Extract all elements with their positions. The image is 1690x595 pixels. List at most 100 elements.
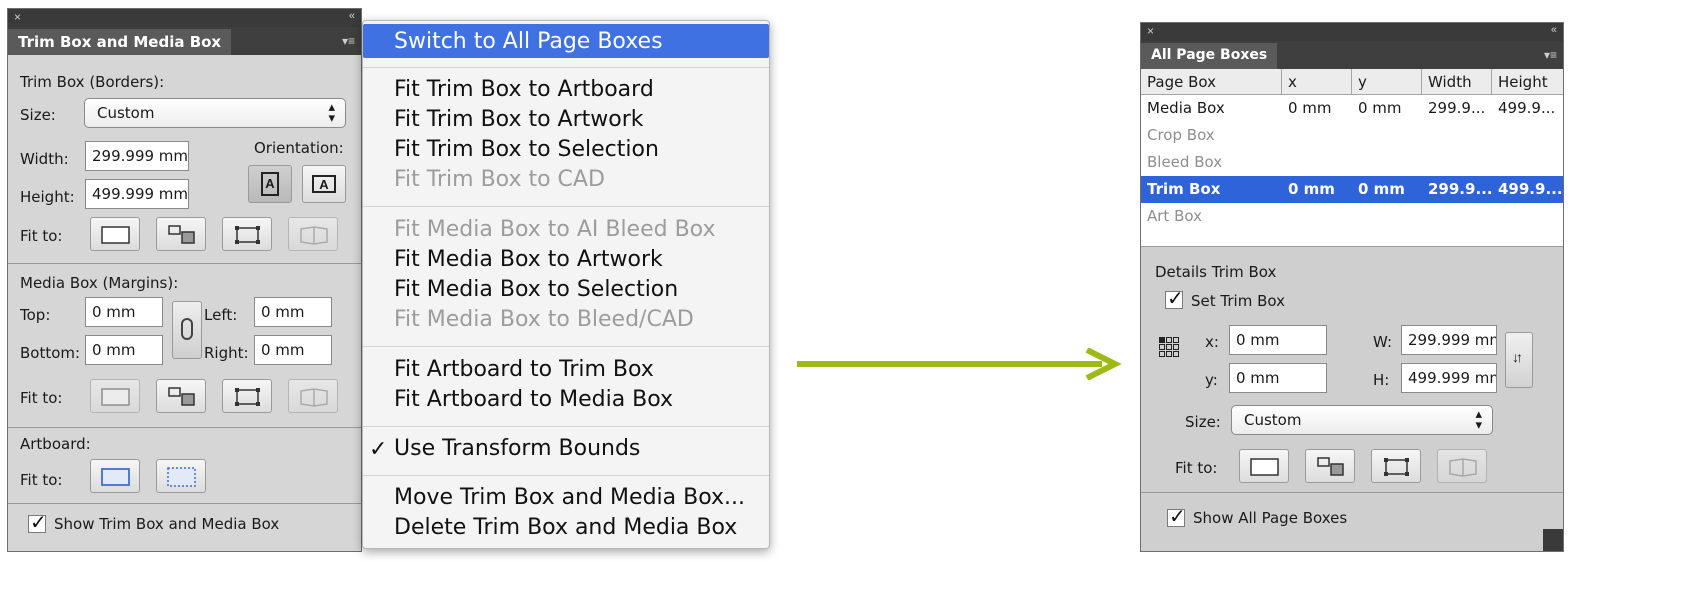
tab-trim-media-box[interactable]: Trim Box and Media Box: [8, 29, 232, 55]
width-label: Width:: [20, 150, 69, 168]
chain-link-icon: [181, 318, 193, 340]
media-fit-selection-button[interactable]: [222, 379, 272, 413]
show-trim-media-checkbox[interactable]: ✓: [28, 510, 47, 534]
panel-titlebar: × «: [8, 9, 361, 27]
size-label: Size:: [1185, 413, 1221, 431]
size-select[interactable]: Custom ▴ ▾: [84, 98, 346, 128]
size-select[interactable]: Custom ▴ ▾: [1231, 405, 1493, 435]
y-label: y:: [1205, 371, 1218, 389]
cell-width: 299.9...: [1428, 180, 1492, 198]
height-field[interactable]: 499.999 mm: [85, 179, 189, 209]
collapse-icon[interactable]: «: [349, 10, 355, 22]
table-row-media-box[interactable]: Media Box 0 mm 0 mm 299.9... 499.9...: [1141, 95, 1563, 122]
cell-y: 0 mm: [1358, 99, 1402, 117]
column-header-page-box[interactable]: Page Box: [1141, 69, 1282, 95]
cell-height: 499.9...: [1498, 99, 1556, 117]
menu-fit-trim-selection[interactable]: Fit Trim Box to Selection: [394, 137, 659, 162]
menu-fit-trim-artwork[interactable]: Fit Trim Box to Artwork: [394, 107, 644, 132]
menu-fit-trim-artboard[interactable]: Fit Trim Box to Artboard: [394, 77, 654, 102]
fit-cad-button[interactable]: [1437, 449, 1487, 483]
artboard-fit-media-button[interactable]: [156, 459, 206, 493]
fit-artwork-button[interactable]: [1305, 449, 1355, 483]
menu-switch-all-page-boxes[interactable]: Switch to All Page Boxes: [363, 24, 769, 58]
width-field[interactable]: 299.999 mm: [85, 141, 189, 171]
set-trim-box-checkbox[interactable]: ✓: [1165, 286, 1184, 310]
size-select-value: Custom: [97, 104, 155, 122]
media-fit-artboard-button[interactable]: [90, 379, 140, 413]
column-header-height[interactable]: Height: [1492, 69, 1563, 95]
menu-fit-trim-cad[interactable]: Fit Trim Box to CAD: [394, 167, 605, 192]
menu-fit-media-ai-bleed[interactable]: Fit Media Box to AI Bleed Box: [394, 217, 715, 242]
menu-fit-media-artwork[interactable]: Fit Media Box to Artwork: [394, 247, 663, 272]
panel-menu-icon[interactable]: ▾≡: [1544, 48, 1557, 62]
show-all-page-boxes-label: Show All Page Boxes: [1193, 509, 1348, 527]
details-section: Details Trim Box ✓ Set Trim Box x: 0 mm …: [1141, 247, 1563, 493]
fit-selection-button[interactable]: [222, 217, 272, 251]
left-field[interactable]: 0 mm: [254, 297, 332, 327]
media-box-icon: [167, 467, 196, 487]
swap-dimensions-button[interactable]: ↓↑: [1505, 332, 1533, 388]
close-icon[interactable]: ×: [1147, 24, 1154, 38]
checkmark-icon: ✓: [1167, 286, 1184, 310]
fit-selection-button[interactable]: [1371, 449, 1421, 483]
orientation-label: Orientation:: [254, 139, 344, 157]
menu-fit-media-selection[interactable]: Fit Media Box to Selection: [394, 277, 678, 302]
menu-fit-artboard-media[interactable]: Fit Artboard to Media Box: [394, 387, 673, 412]
panel-menu-icon[interactable]: ▾≡: [342, 34, 355, 48]
swap-arrows-icon: ↓↑: [1512, 349, 1523, 365]
fit-artwork-button[interactable]: [156, 217, 206, 251]
table-row-crop-box[interactable]: Crop Box: [1141, 122, 1563, 149]
updown-arrows-icon: ▴ ▾: [328, 100, 335, 126]
fit-artboard-button[interactable]: [1239, 449, 1289, 483]
x-label: x:: [1205, 333, 1219, 351]
media-fit-cad-button[interactable]: [288, 379, 338, 413]
show-all-page-boxes-checkbox[interactable]: ✓: [1167, 504, 1186, 528]
y-field[interactable]: 0 mm: [1229, 363, 1327, 393]
close-icon[interactable]: ×: [14, 10, 21, 24]
column-header-width[interactable]: Width: [1422, 69, 1492, 95]
top-field[interactable]: 0 mm: [85, 297, 163, 327]
artboard-fit-trim-button[interactable]: [90, 459, 140, 493]
menu-separator: [363, 426, 769, 427]
menu-use-transform-bounds[interactable]: Use Transform Bounds: [394, 436, 640, 461]
artwork-icon: [168, 387, 195, 406]
artwork-icon: [168, 225, 195, 244]
top-label: Top:: [20, 306, 51, 324]
column-header-x[interactable]: x: [1282, 69, 1352, 95]
height-label: Height:: [20, 188, 75, 206]
cell-name: Crop Box: [1147, 126, 1215, 144]
tab-all-page-boxes[interactable]: All Page Boxes: [1141, 43, 1278, 69]
h-field[interactable]: 499.999 mm: [1401, 363, 1497, 393]
size-select-value: Custom: [1244, 411, 1302, 429]
x-field[interactable]: 0 mm: [1229, 325, 1327, 355]
fit-to-label: Fit to:: [20, 227, 63, 245]
cad-icon: [300, 226, 328, 245]
artwork-icon: [1317, 457, 1344, 476]
cad-icon: [1449, 458, 1477, 477]
media-fit-artwork-button[interactable]: [156, 379, 206, 413]
table-row-trim-box[interactable]: Trim Box 0 mm 0 mm 299.9... 499.9...: [1141, 176, 1563, 203]
panel-titlebar: × «: [1141, 23, 1563, 41]
table-row-art-box[interactable]: Art Box: [1141, 203, 1563, 230]
link-margins-button[interactable]: [172, 301, 202, 359]
landscape-icon: A: [312, 175, 336, 193]
bottom-field[interactable]: 0 mm: [85, 335, 163, 365]
menu-fit-media-bleed-cad[interactable]: Fit Media Box to Bleed/CAD: [394, 307, 694, 332]
media-box-heading: Media Box (Margins):: [20, 274, 179, 292]
menu-fit-artboard-trim[interactable]: Fit Artboard to Trim Box: [394, 357, 654, 382]
portrait-orientation-button[interactable]: A: [248, 165, 292, 203]
menu-move-trim-media[interactable]: Move Trim Box and Media Box...: [394, 485, 745, 510]
collapse-icon[interactable]: «: [1551, 24, 1557, 36]
menu-delete-trim-media[interactable]: Delete Trim Box and Media Box: [394, 515, 737, 540]
reference-point-grid-icon[interactable]: [1159, 337, 1179, 357]
resize-grip[interactable]: [1543, 529, 1563, 551]
fit-artboard-button[interactable]: [90, 217, 140, 251]
checkmark-icon: ✓: [369, 436, 388, 461]
w-field[interactable]: 299.999 mm: [1401, 325, 1497, 355]
selection-icon: [235, 388, 260, 406]
column-header-y[interactable]: y: [1352, 69, 1422, 95]
landscape-orientation-button[interactable]: A: [302, 165, 346, 203]
right-field[interactable]: 0 mm: [254, 335, 332, 365]
fit-cad-button[interactable]: [288, 217, 338, 251]
table-row-bleed-box[interactable]: Bleed Box: [1141, 149, 1563, 176]
